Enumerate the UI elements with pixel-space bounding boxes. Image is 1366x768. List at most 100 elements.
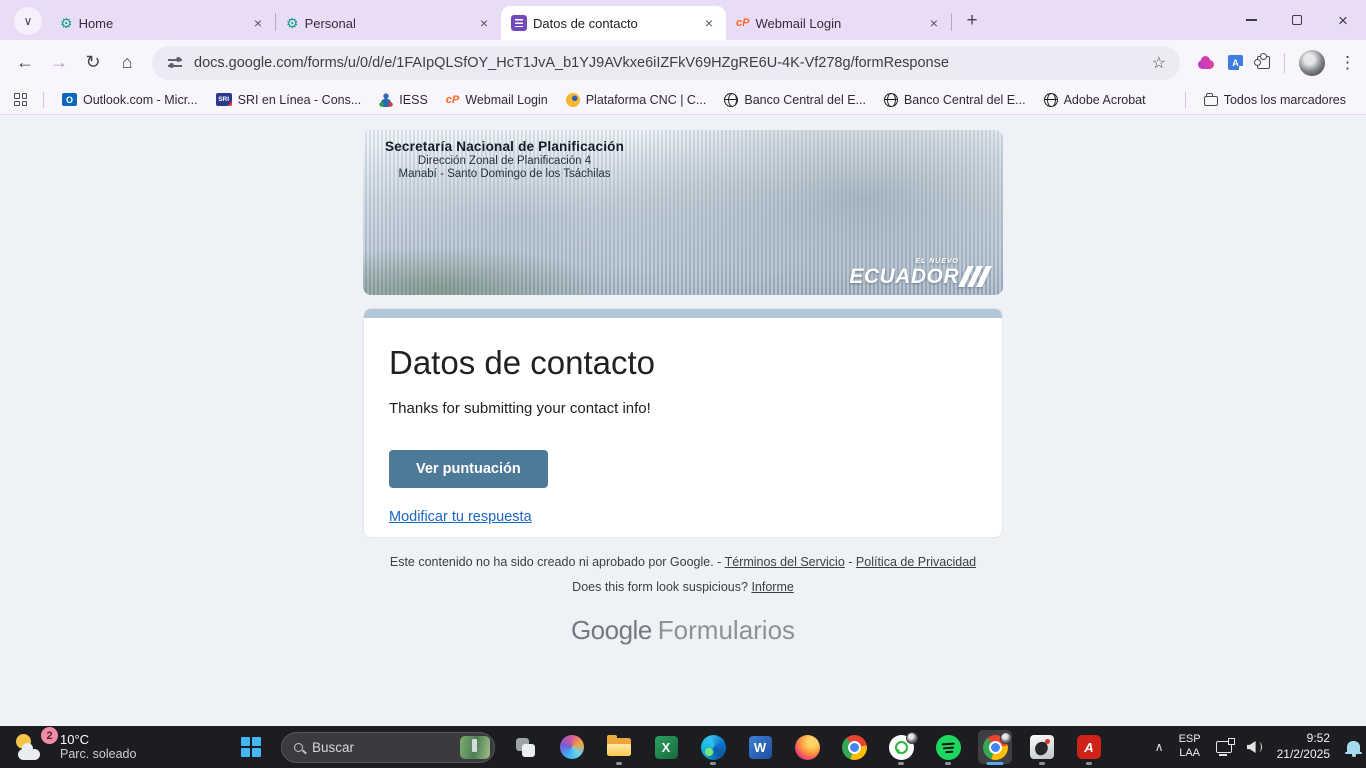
firefox-button[interactable] xyxy=(790,730,824,764)
folder-icon xyxy=(1204,96,1218,106)
globe-icon xyxy=(884,93,898,107)
bookmark-banco-central-2[interactable]: Banco Central del E... xyxy=(878,90,1032,110)
bookmark-label: Banco Central del E... xyxy=(744,93,866,107)
avatar-overlay xyxy=(906,732,918,744)
bookmark-outlook[interactable]: O Outlook.com - Micr... xyxy=(56,90,204,110)
close-icon[interactable]: × xyxy=(475,14,493,32)
tray-date: 21/2/2025 xyxy=(1277,747,1330,763)
whatsapp-button[interactable] xyxy=(884,730,918,764)
java-app-icon xyxy=(1030,735,1054,759)
start-button[interactable] xyxy=(234,730,268,764)
privacy-link[interactable]: Política de Privacidad xyxy=(856,555,976,569)
chrome-active-button[interactable] xyxy=(978,730,1012,764)
file-explorer-button[interactable] xyxy=(602,730,636,764)
task-view-button[interactable] xyxy=(508,730,542,764)
spotify-button[interactable] xyxy=(931,730,965,764)
word-icon: W xyxy=(749,736,772,759)
language-indicator[interactable]: ESP LAA xyxy=(1179,733,1201,761)
footer-disclaimer: Este contenido no ha sido creado ni apro… xyxy=(390,555,721,569)
excel-icon: X xyxy=(655,736,678,759)
all-bookmarks-button[interactable]: Todos los marcadores xyxy=(1198,90,1352,110)
bookmark-plataforma-cnc[interactable]: Plataforma CNC | C... xyxy=(560,90,713,110)
cpanel-icon: cP xyxy=(736,17,749,29)
bookmark-adobe-acrobat[interactable]: Adobe Acrobat xyxy=(1038,90,1152,110)
card-accent-strip xyxy=(364,309,1002,318)
address-bar[interactable]: docs.google.com/forms/u/0/d/e/1FAIpQLSfO… xyxy=(152,46,1180,80)
speaker-icon[interactable] xyxy=(1247,741,1262,754)
bookmark-label: Banco Central del E... xyxy=(904,93,1026,107)
home-button[interactable]: ⌂ xyxy=(110,46,144,80)
browser-tab-strip: ∨ ⚙ Home × ⚙ Personal × Datos de contact… xyxy=(0,0,1366,40)
view-score-button[interactable]: Ver puntuación xyxy=(389,450,548,488)
weather-widget[interactable]: 2 10°C Parc. soleado xyxy=(8,726,142,768)
network-icon[interactable] xyxy=(1216,741,1232,753)
bookmark-banco-central-1[interactable]: Banco Central del E... xyxy=(718,90,872,110)
java-app-button[interactable] xyxy=(1025,730,1059,764)
bookmark-webmail-login[interactable]: cP Webmail Login xyxy=(440,90,554,110)
forward-button[interactable]: → xyxy=(42,46,76,80)
url-text[interactable]: docs.google.com/forms/u/0/d/e/1FAIpQLSfO… xyxy=(194,55,1142,71)
excel-button[interactable]: X xyxy=(649,730,683,764)
tab-webmail-login[interactable]: cP Webmail Login × xyxy=(726,6,951,40)
chrome-button[interactable] xyxy=(837,730,871,764)
search-highlight-image[interactable] xyxy=(460,736,490,759)
extensions-puzzle-icon[interactable] xyxy=(1257,56,1270,69)
back-button[interactable]: ← xyxy=(8,46,42,80)
browser-menu-icon[interactable]: ⋮ xyxy=(1339,53,1356,73)
close-icon[interactable]: × xyxy=(700,14,718,32)
taskbar-search[interactable]: Buscar xyxy=(281,732,495,763)
maximize-button[interactable] xyxy=(1274,0,1320,40)
tab-personal[interactable]: ⚙ Personal × xyxy=(276,6,501,40)
copilot-button[interactable] xyxy=(555,730,589,764)
apps-grid-icon[interactable] xyxy=(14,93,27,106)
close-icon[interactable]: × xyxy=(925,14,943,32)
tab-search-button[interactable]: ∨ xyxy=(14,7,42,35)
google-translate-icon[interactable]: A xyxy=(1228,55,1243,70)
browser-toolbar: ← → ↻ ⌂ docs.google.com/forms/u/0/d/e/1F… xyxy=(0,40,1366,85)
footer-dash: - xyxy=(848,555,852,569)
reload-button[interactable]: ↻ xyxy=(76,46,110,80)
gear-icon: ⚙ xyxy=(60,16,73,30)
bookmark-label: Plataforma CNC | C... xyxy=(586,93,707,107)
acrobat-button[interactable]: A xyxy=(1072,730,1106,764)
close-window-button[interactable]: × xyxy=(1320,0,1366,40)
terms-link[interactable]: Términos del Servicio xyxy=(725,555,845,569)
bookmark-iess[interactable]: IESS xyxy=(373,90,434,110)
google-forms-wordmark: GoogleFormularios xyxy=(363,615,1003,646)
word-button[interactable]: W xyxy=(743,730,777,764)
lang-line2: LAA xyxy=(1179,747,1201,761)
form-footer: Este contenido no ha sido creado ni apro… xyxy=(363,555,1003,646)
header-dept: Dirección Zonal de Planificación 4 xyxy=(385,155,624,167)
google-forms-icon xyxy=(511,15,527,31)
whatsapp-icon xyxy=(889,735,914,760)
edit-response-link[interactable]: Modificar tu respuesta xyxy=(389,509,532,525)
weather-condition: Parc. soleado xyxy=(60,747,136,762)
close-icon[interactable]: × xyxy=(249,14,267,32)
clock[interactable]: 9:52 21/2/2025 xyxy=(1277,731,1330,762)
minimize-icon xyxy=(1246,19,1257,21)
tab-datos-de-contacto[interactable]: Datos de contacto × xyxy=(501,6,726,40)
report-link[interactable]: Informe xyxy=(751,580,793,594)
tab-home[interactable]: ⚙ Home × xyxy=(50,6,275,40)
site-settings-icon[interactable] xyxy=(168,59,182,61)
weather-cloud-extension-icon[interactable] xyxy=(1198,60,1214,69)
edge-button[interactable] xyxy=(696,730,730,764)
notifications-bell-icon[interactable] xyxy=(1347,741,1360,753)
adobe-acrobat-icon: A xyxy=(1077,735,1101,759)
bookmark-label: IESS xyxy=(399,93,428,107)
suspicious-question: Does this form look suspicious? xyxy=(572,580,748,594)
bookmarks-bar: O Outlook.com - Micr... SRI SRI en Línea… xyxy=(0,85,1366,115)
brand-product: Formularios xyxy=(658,615,795,645)
bookmark-label: Adobe Acrobat xyxy=(1064,93,1146,107)
confirmation-message: Thanks for submitting your contact info! xyxy=(389,400,977,417)
lang-line1: ESP xyxy=(1179,733,1201,747)
bookmark-label: SRI en Línea - Cons... xyxy=(238,93,362,107)
minimize-button[interactable] xyxy=(1228,0,1274,40)
profile-avatar[interactable] xyxy=(1299,50,1325,76)
bookmark-sri[interactable]: SRI SRI en Línea - Cons... xyxy=(210,90,368,110)
bookmark-star-icon[interactable]: ☆ xyxy=(1152,53,1166,73)
hidden-icons-chevron[interactable]: ∧ xyxy=(1155,740,1164,754)
new-tab-button[interactable]: + xyxy=(958,7,986,35)
firefox-icon xyxy=(795,735,820,760)
maximize-icon xyxy=(1292,15,1302,25)
